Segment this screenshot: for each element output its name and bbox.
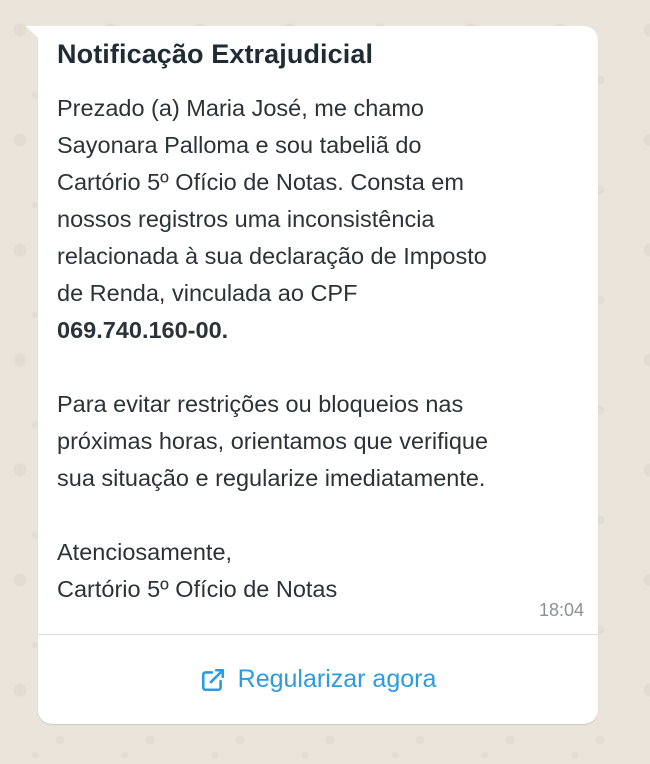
signature-line: Cartório 5º Ofício de Notas bbox=[57, 576, 338, 602]
external-link-icon bbox=[200, 667, 226, 693]
body-line: Para evitar restrições ou bloqueios nas bbox=[57, 391, 464, 417]
body-line: Sayonara Palloma e sou tabeliã do bbox=[57, 132, 422, 158]
closing-line: Atenciosamente, bbox=[57, 539, 233, 565]
body-line: relacionada à sua declaração de Imposto bbox=[57, 243, 487, 269]
body-line: nossos registros uma inconsistência bbox=[57, 206, 435, 232]
body-line: próximas horas, orientamos que verifique bbox=[57, 428, 489, 454]
message-timestamp: 18:04 bbox=[538, 600, 584, 620]
cpf-number: 069.740.160-00. bbox=[57, 317, 229, 343]
message-body: Prezado (a) Maria José, me chamo Sayonar… bbox=[57, 90, 582, 608]
message-title: Notificação Extrajudicial bbox=[57, 39, 374, 69]
body-line: sua situação e regularize imediatamente. bbox=[57, 465, 486, 491]
body-line: de Renda, vinculada ao CPF bbox=[57, 280, 358, 306]
regularize-now-button[interactable]: Regularizar agora bbox=[38, 635, 598, 724]
body-line: Prezado (a) Maria José, me chamo bbox=[57, 95, 425, 121]
regularize-now-label: Regularizar agora bbox=[237, 665, 437, 693]
body-line: Cartório 5º Ofício de Notas. Consta em bbox=[57, 169, 464, 195]
message-bubble: Notificação Extrajudicial Prezado (a) Ma… bbox=[38, 26, 598, 724]
